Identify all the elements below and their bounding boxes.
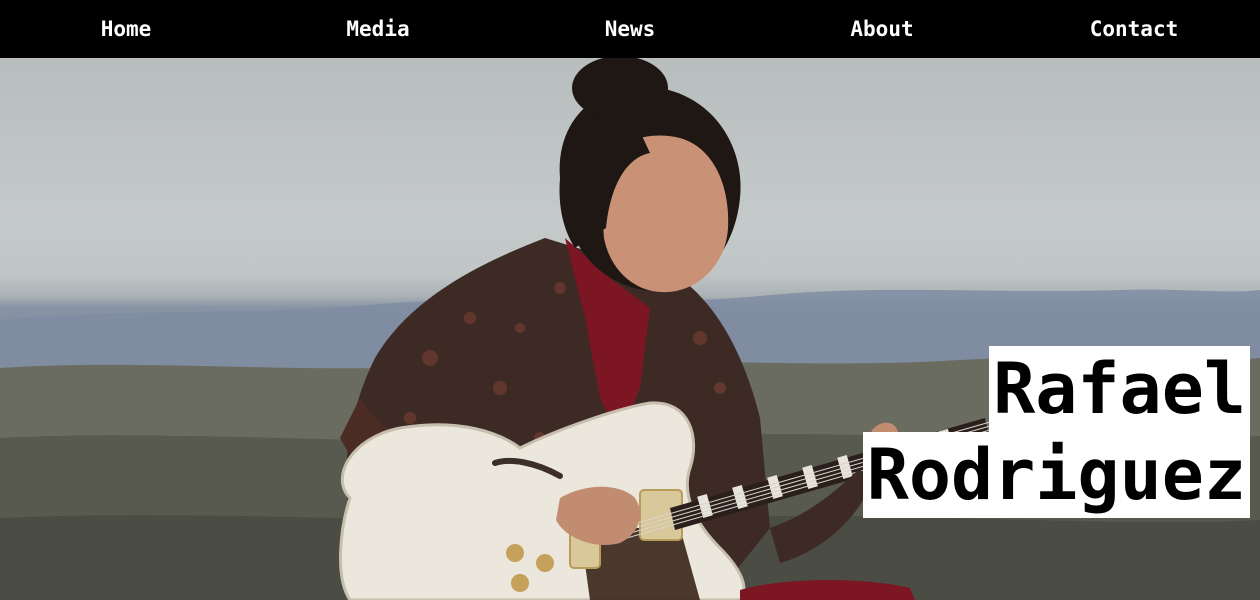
nav-link-contact[interactable]: Contact [1008,17,1260,41]
nav-link-news[interactable]: News [504,17,756,41]
top-navigation: Home Media News About Contact [0,0,1260,58]
artist-first-name: Rafael [989,346,1250,432]
hero-banner: Rafael Rodriguez [0,58,1260,600]
artist-name-heading: Rafael Rodriguez [862,346,1250,518]
nav-link-media[interactable]: Media [252,17,504,41]
nav-link-about[interactable]: About [756,17,1008,41]
nav-link-home[interactable]: Home [0,17,252,41]
artist-last-name: Rodriguez [862,432,1250,518]
hero-guitarist-photo [0,58,1260,600]
